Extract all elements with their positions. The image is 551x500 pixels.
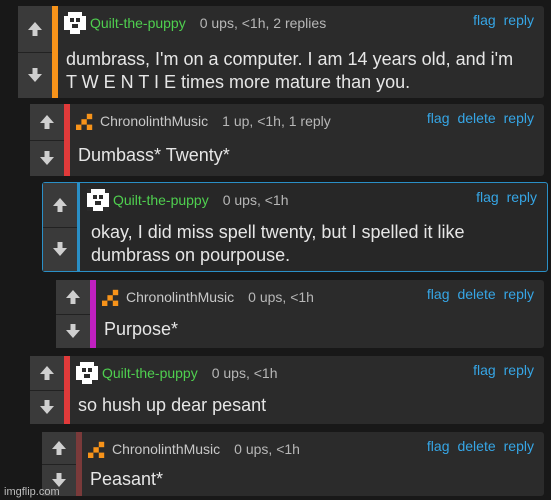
comment-card: Quilt-the-puppy 0 ups, <1h flag reply so…: [30, 356, 544, 424]
username-link[interactable]: Quilt-the-puppy: [102, 365, 198, 381]
thread-accent-bar: [64, 104, 70, 176]
flag-link[interactable]: flag: [427, 438, 450, 460]
comment-meta: 0 ups, <1h: [222, 192, 289, 208]
vote-controls: [56, 280, 90, 348]
username-link[interactable]: Quilt-the-puppy: [90, 15, 186, 31]
flag-link[interactable]: flag: [427, 110, 450, 132]
username-link[interactable]: ChronolinthMusic: [126, 289, 234, 305]
comment-header: Quilt-the-puppy 0 ups, <1h, 2 replies fl…: [64, 12, 534, 34]
thread-accent-bar: [90, 280, 96, 348]
thread-accent-bar: [77, 183, 80, 271]
arrow-down-icon: [38, 149, 56, 167]
username-link[interactable]: ChronolinthMusic: [112, 441, 220, 457]
reply-link[interactable]: reply: [504, 438, 534, 460]
upvote-button[interactable]: [43, 183, 77, 228]
comment-card: ChronolinthMusic 0 ups, <1h flag delete …: [56, 280, 544, 348]
reply-link[interactable]: reply: [504, 362, 534, 384]
pixel-dog-avatar-icon[interactable]: [64, 12, 86, 34]
vote-controls: [30, 104, 64, 176]
comment-meta: 0 ups, <1h, 2 replies: [199, 15, 327, 31]
arrow-up-icon: [26, 20, 44, 38]
arrow-up-icon: [64, 288, 82, 306]
comment-actions: flag reply: [473, 12, 534, 34]
reply-link[interactable]: reply: [507, 189, 537, 211]
downvote-button[interactable]: [30, 140, 64, 176]
downvote-button[interactable]: [56, 314, 90, 348]
flag-link[interactable]: flag: [427, 286, 450, 308]
vote-controls: [30, 356, 64, 424]
arrow-up-icon: [38, 113, 56, 131]
comment-header: ChronolinthMusic 0 ups, <1h flag delete …: [102, 286, 534, 308]
comment-actions: flag delete reply: [427, 110, 534, 132]
arrow-up-icon: [50, 439, 68, 457]
comment-text: Dumbass* Twenty*: [78, 145, 230, 165]
flag-link[interactable]: flag: [473, 12, 496, 34]
arrow-down-icon: [51, 240, 69, 258]
comment-text: Purpose*: [104, 319, 179, 339]
arrow-down-icon: [38, 398, 56, 416]
thread-accent-bar: [64, 356, 70, 424]
pixel-orange-avatar-icon[interactable]: [102, 288, 120, 306]
comment-header: ChronolinthMusic 0 ups, <1h flag delete …: [88, 438, 534, 460]
downvote-button[interactable]: [18, 52, 52, 98]
username-link[interactable]: Quilt-the-puppy: [113, 192, 209, 208]
comment-card: Quilt-the-puppy 0 ups, <1h, 2 replies fl…: [18, 6, 544, 98]
arrow-up-icon: [38, 364, 56, 382]
delete-link[interactable]: delete: [457, 286, 495, 308]
vote-controls: [43, 183, 77, 271]
delete-link[interactable]: delete: [457, 438, 495, 460]
comment-header: ChronolinthMusic 1 up, <1h, 1 reply flag…: [76, 110, 534, 132]
comment-card: ChronolinthMusic 0 ups, <1h flag delete …: [42, 432, 544, 496]
comment-card: ChronolinthMusic 1 up, <1h, 1 reply flag…: [30, 104, 544, 176]
upvote-button[interactable]: [30, 356, 64, 391]
comment-header: Quilt-the-puppy 0 ups, <1h flag reply: [76, 362, 534, 384]
reply-link[interactable]: reply: [504, 110, 534, 132]
reply-link[interactable]: reply: [504, 12, 534, 34]
arrow-down-icon: [26, 66, 44, 84]
comment-text: so hush up dear pesant: [78, 395, 267, 415]
comment-meta: 0 ups, <1h: [211, 365, 278, 381]
flag-link[interactable]: flag: [476, 189, 499, 211]
comment-actions: flag reply: [476, 189, 537, 211]
upvote-button[interactable]: [56, 280, 90, 315]
reply-link[interactable]: reply: [504, 286, 534, 308]
pixel-dog-avatar-icon[interactable]: [76, 362, 98, 384]
pixel-dog-avatar-icon[interactable]: [87, 189, 109, 211]
delete-link[interactable]: delete: [457, 110, 495, 132]
comment-meta: 1 up, <1h, 1 reply: [222, 113, 331, 129]
comment-text: okay, I did miss spell twenty, but I spe…: [91, 222, 465, 265]
imgflip-watermark: imgflip.com: [4, 486, 60, 498]
arrow-up-icon: [51, 196, 69, 214]
pixel-orange-avatar-icon[interactable]: [88, 440, 106, 458]
comment-meta: 0 ups, <1h: [248, 289, 314, 305]
downvote-button[interactable]: [30, 390, 64, 424]
thread-accent-bar: [76, 432, 82, 496]
arrow-down-icon: [64, 322, 82, 340]
thread-accent-bar: [52, 6, 58, 98]
flag-link[interactable]: flag: [473, 362, 496, 384]
username-link[interactable]: ChronolinthMusic: [100, 113, 208, 129]
pixel-orange-avatar-icon[interactable]: [76, 112, 94, 130]
comment-meta: 0 ups, <1h: [234, 441, 300, 457]
comment-header: Quilt-the-puppy 0 ups, <1h flag reply: [87, 189, 537, 211]
upvote-button[interactable]: [30, 104, 64, 141]
comment-text: Peasant*: [90, 469, 164, 489]
comment-actions: flag delete reply: [427, 438, 534, 460]
downvote-button[interactable]: [43, 227, 77, 271]
comment-actions: flag delete reply: [427, 286, 534, 308]
upvote-button[interactable]: [42, 432, 76, 465]
comment-text: dumbrass, I'm on a computer. I am 14 yea…: [66, 49, 514, 92]
upvote-button[interactable]: [18, 6, 52, 53]
vote-controls: [18, 6, 52, 98]
comment-card: Quilt-the-puppy 0 ups, <1h flag reply ok…: [42, 182, 548, 272]
comment-actions: flag reply: [473, 362, 534, 384]
